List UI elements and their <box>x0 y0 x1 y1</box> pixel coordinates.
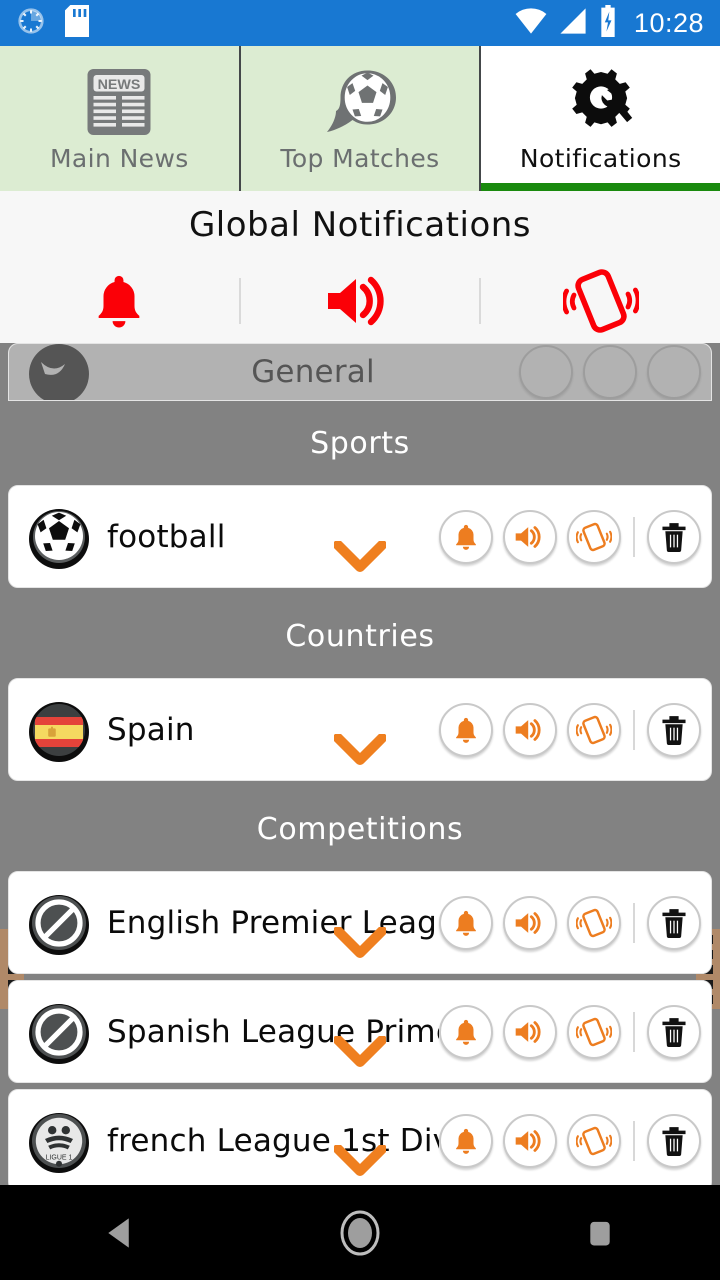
global-vibrate-toggle[interactable] <box>481 268 720 334</box>
status-bar-clock: 10:28 <box>633 7 704 38</box>
bell-icon[interactable] <box>519 345 573 399</box>
speaker-icon[interactable] <box>583 345 637 399</box>
global-bell-toggle[interactable] <box>0 270 239 332</box>
list-item[interactable]: football <box>8 485 712 588</box>
list-item[interactable]: Spanish League Primera Div.… <box>8 980 712 1083</box>
android-nav-bar <box>0 1185 720 1280</box>
list-item-label: Spain <box>107 711 195 748</box>
status-bar-left-icons <box>16 5 90 41</box>
bell-icon[interactable] <box>439 1113 493 1168</box>
bell-icon[interactable] <box>439 702 493 757</box>
trash-icon[interactable] <box>647 895 701 950</box>
row-actions <box>439 509 701 564</box>
vibrate-icon[interactable] <box>567 509 621 564</box>
list-item-label: Spanish League Primera Div.… <box>107 1013 439 1050</box>
status-bar: 10:28 <box>0 0 720 46</box>
vibrate-icon[interactable] <box>567 702 621 757</box>
section-header-countries: Countries <box>0 594 720 678</box>
cellular-signal-icon <box>558 7 588 39</box>
football-speech-icon <box>318 64 402 138</box>
tab-label: Main News <box>49 144 189 173</box>
gear-wrench-icon <box>560 64 642 138</box>
sd-card-icon <box>64 5 90 41</box>
bell-icon[interactable] <box>439 509 493 564</box>
list-item[interactable]: General <box>8 343 712 401</box>
battery-charging-icon <box>598 5 618 41</box>
trash-icon[interactable] <box>647 702 701 757</box>
global-sound-toggle[interactable] <box>241 270 480 332</box>
speaker-icon[interactable] <box>503 1113 557 1168</box>
tab-top-matches[interactable]: Top Matches <box>241 46 482 191</box>
tab-label: Top Matches <box>280 144 440 173</box>
speaker-icon[interactable] <box>503 1004 557 1059</box>
general-icon <box>23 344 95 400</box>
spain-flag-icon <box>23 694 95 766</box>
row-actions <box>439 702 701 757</box>
list-item[interactable]: LIGUE 1 french League 1st Div. 2018… <box>8 1089 712 1192</box>
vibrate-icon[interactable] <box>567 1004 621 1059</box>
tab-notifications[interactable]: Notifications <box>481 46 720 191</box>
status-bar-right-icons: 10:28 <box>514 5 704 41</box>
blocked-icon <box>23 996 95 1068</box>
divider <box>633 516 635 557</box>
trash-icon[interactable] <box>647 509 701 564</box>
bell-icon[interactable] <box>439 895 493 950</box>
sync-spinner-icon <box>16 6 46 40</box>
list-item-label: french League 1st Div. 2018… <box>107 1122 439 1159</box>
home-button[interactable] <box>300 1185 420 1280</box>
speaker-icon[interactable] <box>503 509 557 564</box>
soccer-ball-icon <box>23 501 95 573</box>
bell-icon[interactable] <box>439 1004 493 1059</box>
divider <box>633 1011 635 1052</box>
list-item-label: English Premier League 2018… <box>107 904 439 941</box>
app-screen: 10:28 NEWS Main News Top Matches Notific… <box>0 0 720 1280</box>
ligue1-icon: LIGUE 1 <box>23 1105 95 1177</box>
wifi-icon <box>514 7 548 39</box>
global-toggle-row <box>0 259 720 343</box>
row-actions <box>439 895 701 950</box>
page-title: Global Notifications <box>188 205 532 245</box>
recents-button[interactable] <box>540 1185 660 1280</box>
global-notifications-header: Global Notifications <box>0 191 720 343</box>
vibrate-icon[interactable] <box>567 1113 621 1168</box>
vibrate-icon[interactable] <box>567 895 621 950</box>
tab-label: Notifications <box>519 144 682 173</box>
notification-list[interactable]: General Sports football Countries Spain … <box>0 343 720 1196</box>
section-header-sports: Sports <box>0 401 720 485</box>
list-item[interactable]: English Premier League 2018… <box>8 871 712 974</box>
tab-bar: NEWS Main News Top Matches Notifications <box>0 46 720 191</box>
row-actions <box>519 345 701 399</box>
list-item-label: General <box>251 354 375 390</box>
row-actions <box>439 1004 701 1059</box>
svg-text:NEWS: NEWS <box>98 77 141 93</box>
divider <box>633 709 635 750</box>
list-item[interactable]: Spain <box>8 678 712 781</box>
tab-main-news[interactable]: NEWS Main News <box>0 46 241 191</box>
back-button[interactable] <box>60 1185 180 1280</box>
divider <box>633 1120 635 1161</box>
svg-text:LIGUE 1: LIGUE 1 <box>46 1154 73 1161</box>
speaker-icon[interactable] <box>503 702 557 757</box>
speaker-icon[interactable] <box>503 895 557 950</box>
newspaper-icon: NEWS <box>79 64 159 138</box>
list-item-label: football <box>107 518 226 555</box>
section-header-competitions: Competitions <box>0 787 720 871</box>
blocked-icon <box>23 887 95 959</box>
trash-icon[interactable] <box>647 1004 701 1059</box>
divider <box>633 902 635 943</box>
trash-icon[interactable] <box>647 1113 701 1168</box>
vibrate-icon[interactable] <box>647 345 701 399</box>
row-actions <box>439 1113 701 1168</box>
